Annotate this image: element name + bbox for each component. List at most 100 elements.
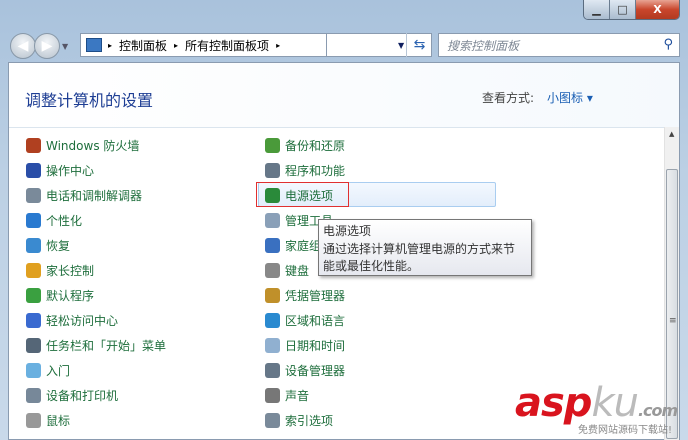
item-icon — [265, 337, 280, 353]
item-icon — [26, 412, 41, 428]
item-icon — [26, 337, 41, 353]
back-button[interactable]: ◀ — [10, 33, 36, 59]
tooltip-line: 通过选择计算机管理电源的方式来节 — [323, 241, 516, 256]
control-panel-item[interactable]: 索引选项 — [265, 410, 333, 430]
control-panel-item[interactable]: 日期和时间 — [265, 335, 345, 355]
refresh-icon: ⇆ — [413, 37, 426, 53]
item-icon — [26, 162, 41, 178]
control-panel-item[interactable]: 备份和还原 — [265, 135, 345, 155]
item-label: 区域和语言 — [285, 313, 346, 328]
watermark-logo: aspku.com — [515, 380, 678, 426]
navigation-buttons: ◀ ▶ ▼ — [10, 33, 68, 59]
control-panel-item[interactable]: 操作中心 — [26, 160, 94, 180]
watermark-subtitle: 免费网站源码下载站! — [578, 425, 673, 436]
breadcrumb-all-items[interactable]: 所有控制面板项 — [185, 37, 269, 54]
forward-button[interactable]: ▶ — [34, 33, 60, 59]
control-panel-item[interactable]: 入门 — [26, 360, 70, 380]
item-label: 操作中心 — [46, 163, 95, 178]
item-icon — [26, 212, 41, 228]
item-icon — [265, 162, 280, 178]
refresh-button[interactable]: ⇆ — [406, 33, 432, 57]
item-label: 键盘 — [285, 263, 310, 278]
control-panel-item[interactable]: 恢复 — [26, 235, 70, 255]
item-icon — [265, 312, 280, 328]
control-panel-icon — [86, 38, 102, 52]
item-label: 程序和功能 — [285, 163, 346, 178]
item-label: 索引选项 — [285, 413, 334, 428]
item-icon — [26, 237, 41, 253]
control-panel-item[interactable]: 鼠标 — [26, 410, 70, 430]
control-panel-item[interactable]: 任务栏和「开始」菜单 — [26, 335, 166, 355]
item-label: 声音 — [285, 388, 310, 403]
item-icon — [265, 237, 280, 253]
item-label: 默认程序 — [46, 288, 95, 303]
control-panel-item[interactable]: 键盘 — [265, 260, 309, 280]
address-bar[interactable]: ▸ 控制面板 ▸ 所有控制面板项 ▸ — [80, 33, 327, 57]
item-label: 备份和还原 — [285, 138, 346, 153]
recent-pages-dropdown[interactable]: ▼ — [62, 42, 68, 51]
grip-icon: ≡ — [669, 316, 677, 326]
search-icon[interactable]: ⚲ — [663, 37, 673, 52]
item-icon — [26, 362, 41, 378]
item-icon — [26, 312, 41, 328]
window-controls: ▁ □ X — [583, 0, 680, 20]
tooltip-title: 电源选项 — [323, 224, 372, 238]
item-label: 恢复 — [46, 238, 71, 253]
minimize-button[interactable]: ▁ — [584, 0, 610, 19]
item-icon — [26, 262, 41, 278]
tooltip: 电源选项 通过选择计算机管理电源的方式来节 能或最佳化性能。 — [318, 219, 532, 276]
control-panel-item[interactable]: 电话和调制解调器 — [26, 185, 142, 205]
breadcrumb-separator-icon[interactable]: ▸ — [108, 41, 112, 50]
item-label: 个性化 — [46, 213, 83, 228]
control-panel-item[interactable]: 默认程序 — [26, 285, 94, 305]
control-panel-item[interactable]: 区域和语言 — [265, 310, 345, 330]
scroll-up-icon[interactable]: ▲ — [669, 130, 674, 138]
item-icon — [26, 137, 41, 153]
item-icon — [265, 387, 280, 403]
close-button[interactable]: X — [636, 0, 679, 19]
control-panel-item[interactable]: Windows 防火墙 — [26, 135, 139, 155]
breadcrumb-separator-icon[interactable]: ▸ — [174, 41, 178, 50]
divider — [9, 127, 665, 128]
control-panel-item[interactable]: 声音 — [265, 385, 309, 405]
control-panel-item[interactable]: 家长控制 — [26, 260, 94, 280]
item-label: 电话和调制解调器 — [46, 188, 143, 203]
item-icon — [26, 187, 41, 203]
item-label: 任务栏和「开始」菜单 — [46, 338, 167, 353]
tooltip-line: 能或最佳化性能。 — [323, 259, 420, 273]
control-panel-item[interactable]: 设备和打印机 — [26, 385, 118, 405]
control-panel-item[interactable]: 程序和功能 — [265, 160, 345, 180]
view-by-dropdown[interactable]: 小图标 ▾ — [547, 89, 593, 106]
item-icon — [265, 262, 280, 278]
item-icon — [265, 212, 280, 228]
view-by-label: 查看方式: — [482, 91, 535, 105]
item-label: 日期和时间 — [285, 338, 346, 353]
control-panel-item[interactable]: 设备管理器 — [265, 360, 345, 380]
item-label: 设备和打印机 — [46, 388, 119, 403]
item-label: 鼠标 — [46, 413, 71, 428]
header: 调整计算机的设置 查看方式: 小图标 ▾ — [9, 63, 679, 127]
item-icon — [265, 137, 280, 153]
control-panel-item[interactable]: 凭据管理器 — [265, 285, 345, 305]
breadcrumb-control-panel[interactable]: 控制面板 — [119, 37, 167, 54]
item-label: 家长控制 — [46, 263, 95, 278]
item-label: 入门 — [46, 363, 71, 378]
item-icon — [265, 287, 280, 303]
control-panel-item[interactable]: 家庭组 — [265, 235, 321, 255]
item-label: 轻松访问中心 — [46, 313, 119, 328]
item-icon — [26, 287, 41, 303]
control-panel-item[interactable]: 轻松访问中心 — [26, 310, 118, 330]
item-label: 家庭组 — [285, 238, 322, 253]
search-input[interactable]: 搜索控制面板 ⚲ — [438, 33, 680, 57]
control-panel-item[interactable]: 个性化 — [26, 210, 82, 230]
item-label: Windows 防火墙 — [46, 138, 140, 153]
annotation-box — [256, 182, 349, 207]
breadcrumb-separator-icon[interactable]: ▸ — [276, 41, 280, 50]
maximize-button[interactable]: □ — [610, 0, 636, 19]
item-label: 凭据管理器 — [285, 288, 346, 303]
item-icon — [265, 412, 280, 428]
search-placeholder: 搜索控制面板 — [447, 38, 520, 53]
item-icon — [265, 362, 280, 378]
item-label: 设备管理器 — [285, 363, 346, 378]
page-title: 调整计算机的设置 — [25, 91, 154, 110]
